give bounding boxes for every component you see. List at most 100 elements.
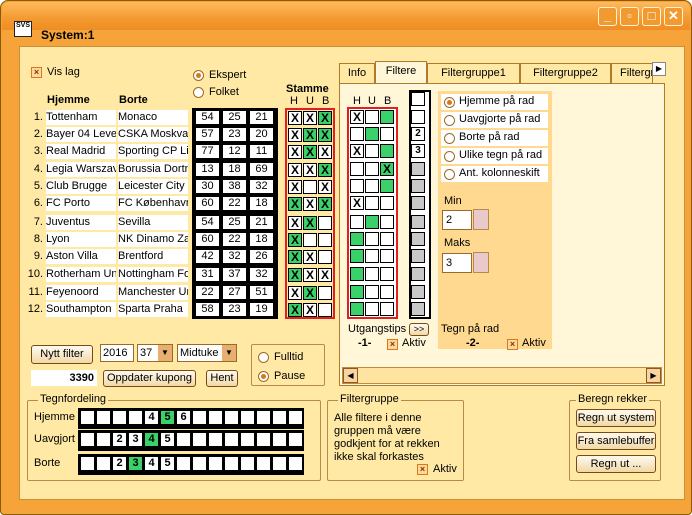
tegn-cell[interactable] [192,410,207,425]
stamme-cell[interactable]: X [303,250,317,264]
year-input[interactable]: 2016 [100,344,134,362]
tegn-cell[interactable] [208,410,223,425]
stamme-cell[interactable] [318,303,332,317]
filter-cell[interactable] [350,249,364,263]
filter-cell[interactable] [380,110,394,124]
stamme-cell[interactable]: X [318,163,332,177]
stamme-cell[interactable] [318,250,332,264]
utgangstips-expand-button[interactable]: >> [409,323,429,336]
filter-cell[interactable] [380,232,394,246]
stamme-cell[interactable]: X [303,216,317,230]
filter-cell[interactable]: X [350,196,364,210]
stamme-cell[interactable]: X [288,180,302,194]
probability-cell[interactable]: 11 [249,144,274,159]
tegn-cell[interactable]: 2 [112,432,127,447]
tegn-cell[interactable] [288,432,303,447]
tegn-cell[interactable] [176,456,191,471]
filter-cell[interactable] [350,215,364,229]
probability-cell[interactable]: 54 [195,110,220,125]
tegn-cell[interactable] [272,410,287,425]
stamme-cell[interactable]: X [288,145,302,159]
tegn-cell[interactable] [80,410,95,425]
filter-cell[interactable] [380,285,394,299]
stamme-cell[interactable]: X [288,163,302,177]
close-button[interactable]: ✕ [664,7,683,26]
tegn-cell[interactable] [192,456,207,471]
probability-cell[interactable]: 22 [195,285,220,300]
filter-cell[interactable] [380,144,394,158]
stamme-cell[interactable] [303,180,317,194]
minimize-button[interactable]: _ [598,7,617,26]
probability-cell[interactable]: 58 [195,302,220,317]
side-count-cell[interactable] [411,92,425,106]
probability-cell[interactable]: 12 [222,144,247,159]
side-count-cell[interactable] [411,249,425,263]
filter-type-radio[interactable] [444,133,455,144]
filter-cell[interactable] [350,179,364,193]
filter-cell[interactable] [380,196,394,210]
tegn-cell[interactable] [256,432,271,447]
probability-cell[interactable]: 18 [249,196,274,211]
tegn-cell[interactable]: 4 [144,456,159,471]
filter-type-radio[interactable] [444,97,455,108]
folket-radio[interactable] [193,87,204,98]
tegn-cell[interactable]: 5 [160,432,175,447]
tegn-cell[interactable] [272,432,287,447]
tab-filtere[interactable]: Filtere [375,61,427,84]
tegn-cell[interactable] [96,456,111,471]
tegn-cell[interactable] [80,456,95,471]
side-count-cell[interactable]: 3 [411,144,425,158]
probability-cell[interactable]: 13 [195,162,220,177]
side-count-cell[interactable] [411,196,425,210]
min-input[interactable]: 2 [442,210,472,230]
filter-type-radio[interactable] [444,151,455,162]
probability-cell[interactable]: 19 [249,302,274,317]
tab-info[interactable]: Info [339,63,375,83]
filter-cell[interactable] [380,249,394,263]
filter-cell[interactable] [365,232,379,246]
week-select[interactable]: 37 ▼ [137,344,173,362]
filter-cell[interactable] [365,196,379,210]
tegn-cell[interactable] [176,432,191,447]
filter-cell[interactable]: X [350,144,364,158]
stamme-cell[interactable]: X [318,268,332,282]
filter-type-radio[interactable] [444,169,455,180]
min-spinner[interactable] [473,209,489,230]
tab-scroll-right-button[interactable]: ▶ [652,62,666,76]
filter-cell[interactable] [365,110,379,124]
probability-cell[interactable]: 32 [249,267,274,282]
tegn-cell[interactable]: 3 [128,432,143,447]
stamme-cell[interactable] [303,233,317,247]
scroll-left-button[interactable]: ◀ [343,368,358,383]
hent-button[interactable]: Hent [206,370,238,387]
probability-cell[interactable]: 69 [249,162,274,177]
filter-cell[interactable] [365,144,379,158]
filter-cell[interactable] [365,162,379,176]
filter-cell[interactable] [365,249,379,263]
tegn-cell[interactable]: 5 [160,410,175,425]
probability-cell[interactable]: 18 [222,162,247,177]
stamme-cell[interactable]: X [303,197,317,211]
stamme-cell[interactable]: X [288,233,302,247]
title-bar[interactable]: _ ▫ □ ✕ [2,2,690,30]
probability-cell[interactable]: 20 [249,127,274,142]
stamme-cell[interactable]: X [288,286,302,300]
stamme-cell[interactable]: X [303,111,317,125]
stamme-cell[interactable]: X [288,128,302,142]
tegn-cell[interactable] [224,432,239,447]
filter-type-radio[interactable] [444,115,455,126]
tab-filtergruppe2[interactable]: Filtergruppe2 [520,63,611,83]
probability-cell[interactable]: 23 [222,127,247,142]
horizontal-scrollbar[interactable]: ◀ ▶ [342,367,662,384]
tegn-cell[interactable] [208,456,223,471]
filter-cell[interactable] [365,127,379,141]
tegn-cell[interactable] [240,456,255,471]
stamme-cell[interactable]: X [288,111,302,125]
fra-samlebuffer-button[interactable]: Fra samlebuffer [576,432,656,450]
filter-cell[interactable] [380,302,394,316]
filter-cell[interactable] [350,267,364,281]
probability-cell[interactable]: 23 [222,302,247,317]
stamme-cell[interactable]: X [288,216,302,230]
probability-cell[interactable]: 60 [195,196,220,211]
filter-cell[interactable] [380,127,394,141]
